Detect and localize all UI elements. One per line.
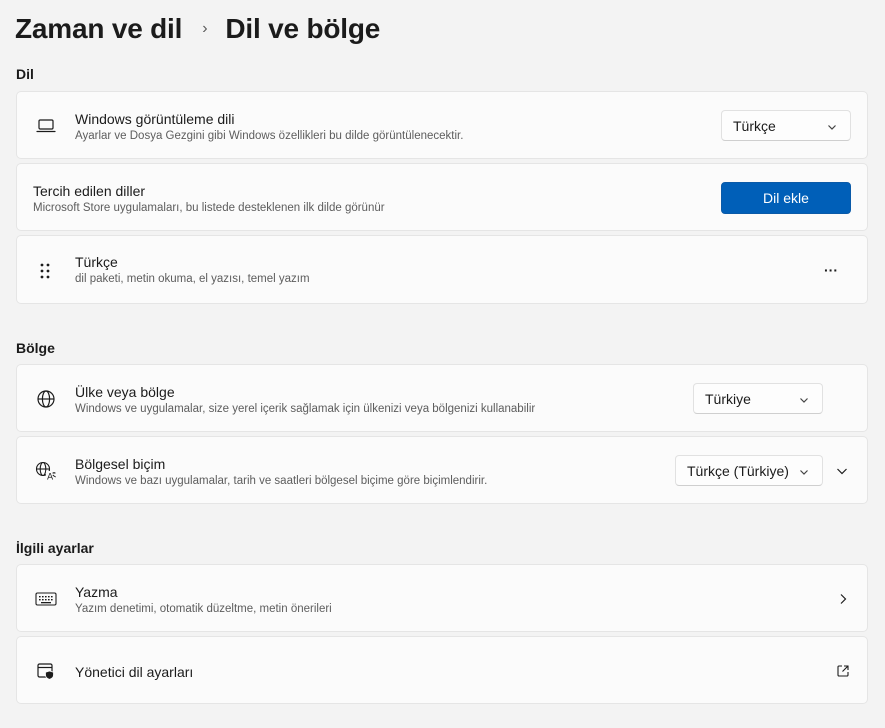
country-region-subtitle: Windows ve uygulamalar, size yerel içeri…: [75, 403, 536, 415]
typing-subtitle: Yazım denetimi, otomatik düzeltme, metin…: [75, 603, 332, 615]
admin-language-title: Yönetici dil ayarları: [75, 664, 194, 680]
regional-format-value: Türkçe (Türkiye): [687, 462, 789, 479]
regional-format-dropdown[interactable]: Türkçe (Türkiye): [675, 455, 823, 486]
country-region-title: Ülke veya bölge: [75, 384, 175, 400]
globe-icon: [35, 388, 57, 410]
admin-language-card[interactable]: Yönetici dil ayarları: [16, 636, 868, 704]
display-language-card: Windows görüntüleme dili Ayarlar ve Dosy…: [16, 91, 868, 159]
section-title-language: Dil: [16, 66, 34, 82]
display-language-dropdown[interactable]: Türkçe: [721, 110, 851, 141]
regional-format-card[interactable]: A Bölgesel biçim Windows ve bazı uygulam…: [16, 436, 868, 504]
country-region-dropdown[interactable]: Türkiye: [693, 383, 823, 414]
display-language-title: Windows görüntüleme dili: [75, 111, 235, 127]
regional-format-subtitle: Windows ve bazı uygulamalar, tarih ve sa…: [75, 475, 488, 487]
chevron-down-icon: [798, 465, 810, 481]
language-item-subtitle: dil paketi, metin okuma, el yazısı, teme…: [75, 273, 310, 285]
expand-chevron-icon[interactable]: [833, 462, 851, 480]
preferred-languages-title: Tercih edilen diller: [33, 183, 146, 199]
chevron-down-icon: [798, 393, 810, 409]
section-title-related: İlgili ayarlar: [16, 540, 94, 556]
admin-shield-icon: [35, 660, 57, 682]
breadcrumb: Zaman ve dil › Dil ve bölge: [15, 10, 380, 48]
add-language-button[interactable]: Dil ekle: [721, 182, 851, 214]
laptop-icon: [35, 115, 57, 137]
more-options-button[interactable]: ···: [817, 258, 845, 282]
chevron-right-icon: [835, 590, 851, 608]
breadcrumb-parent[interactable]: Zaman ve dil: [15, 13, 182, 45]
typing-card[interactable]: Yazma Yazım denetimi, otomatik düzeltme,…: [16, 564, 868, 632]
chevron-down-icon: [826, 120, 838, 136]
external-link-icon: [834, 662, 852, 680]
breadcrumb-separator: ›: [202, 20, 208, 37]
regional-format-icon: A: [35, 460, 57, 482]
page-title: Dil ve bölge: [225, 13, 381, 44]
preferred-languages-card: Tercih edilen diller Microsoft Store uyg…: [16, 163, 868, 231]
country-region-value: Türkiye: [705, 390, 751, 407]
regional-format-title: Bölgesel biçim: [75, 456, 166, 472]
section-title-region: Bölge: [16, 340, 55, 356]
keyboard-icon: [35, 588, 57, 610]
display-language-subtitle: Ayarlar ve Dosya Gezgini gibi Windows öz…: [75, 130, 464, 142]
preferred-languages-subtitle: Microsoft Store uygulamaları, bu listede…: [33, 202, 385, 214]
typing-title: Yazma: [75, 584, 118, 600]
language-item-turkish[interactable]: Türkçe dil paketi, metin okuma, el yazıs…: [16, 235, 868, 304]
drag-handle-icon[interactable]: [34, 260, 56, 282]
display-language-value: Türkçe: [733, 117, 776, 134]
language-item-title: Türkçe: [75, 254, 118, 270]
svg-text:A: A: [47, 473, 54, 482]
country-region-card: Ülke veya bölge Windows ve uygulamalar, …: [16, 364, 868, 432]
